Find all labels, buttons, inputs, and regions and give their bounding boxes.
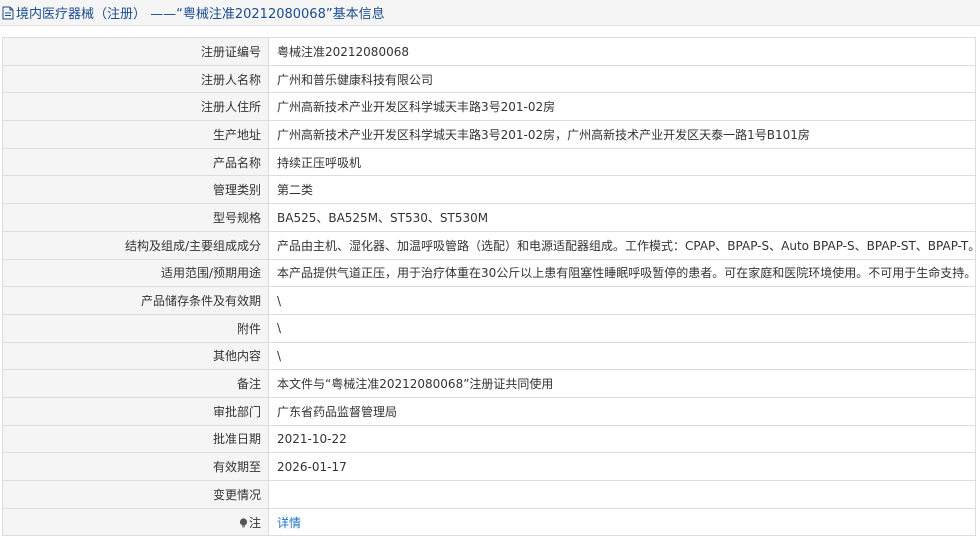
table-row: 其他内容 \: [2, 341, 976, 371]
table-row: 型号规格 BA525、BA525M、ST530、ST530M: [2, 203, 976, 232]
row-value: 产品由主机、湿化器、加温呼吸管路（选配）和电源适配器组成。工作模式：CPAP、B…: [268, 230, 976, 260]
table-row: 产品名称 持续正压呼吸机: [2, 147, 976, 177]
row-value: [268, 480, 976, 509]
row-value: 本文件与“粤械注准20212080068”注册证共同使用: [268, 369, 976, 398]
note-label: 注: [248, 515, 261, 530]
row-value: 持续正压呼吸机: [268, 147, 976, 177]
table-row: 注册人名称 广州和普乐健康科技有限公司: [2, 64, 976, 94]
row-label: 备注: [2, 369, 269, 398]
table-row: 审批部门 广东省药品监督管理局: [2, 396, 976, 426]
row-label: 型号规格: [2, 203, 269, 232]
table-row: 生产地址 广州高新技术产业开发区科学城天丰路3号201-02房，广州高新技术产业开…: [2, 120, 976, 149]
lightbulb-icon: [239, 517, 248, 527]
row-label: 注册证编号: [2, 37, 269, 66]
row-label: 批准日期: [2, 424, 269, 454]
row-value: 2021-10-22: [268, 424, 976, 454]
table-row: 有效期至 2026-01-17: [2, 452, 976, 481]
info-table: 注册证编号 粤械注准20212080068 注册人名称 广州和普乐健康科技有限公司 注册…: [2, 37, 976, 537]
row-label-note: 注: [2, 507, 269, 537]
row-value-note: 详情: [268, 507, 976, 537]
row-label: 结构及组成/主要组成成分: [2, 230, 269, 260]
row-label: 有效期至: [2, 452, 269, 481]
row-value: \: [268, 286, 976, 315]
table-row: 结构及组成/主要组成成分 产品由主机、湿化器、加温呼吸管路（选配）和电源适配器组成…: [2, 230, 976, 260]
table-row: 附件 \: [2, 313, 976, 343]
table-row: 备注 本文件与“粤械注准20212080068”注册证共同使用: [2, 369, 976, 398]
table-row: 适用范围/预期用途 本产品提供气道正压，用于治疗体重在30公斤以上患有阻塞性睡眠呼…: [2, 258, 976, 288]
row-value: 广东省药品监督管理局: [268, 396, 976, 426]
table-row: 变更情况: [2, 480, 976, 509]
row-label: 注册人名称: [2, 64, 269, 94]
row-value: \: [268, 313, 976, 343]
table-row: 批准日期 2021-10-22: [2, 424, 976, 454]
row-label: 注册人住所: [2, 92, 269, 122]
page-title: 境内医疗器械（注册） ——“粤械注准20212080068”基本信息: [16, 7, 385, 22]
row-value: BA525、BA525M、ST530、ST530M: [268, 203, 976, 232]
table-row-note: 注 详情: [2, 507, 976, 537]
row-label: 管理类别: [2, 175, 269, 205]
table-row: 产品储存条件及有效期 \: [2, 286, 976, 315]
row-value: 广州高新技术产业开发区科学城天丰路3号201-02房: [268, 92, 976, 122]
table-row: 管理类别 第二类: [2, 175, 976, 205]
row-value: 广州和普乐健康科技有限公司: [268, 64, 976, 94]
document-icon: [2, 6, 14, 19]
row-value: \: [268, 341, 976, 371]
row-label: 变更情况: [2, 480, 269, 509]
row-value: 本产品提供气道正压，用于治疗体重在30公斤以上患有阻塞性睡眠呼吸暂停的患者。可在…: [268, 258, 976, 288]
row-label: 附件: [2, 313, 269, 343]
table-row: 注册证编号 粤械注准20212080068: [2, 37, 976, 66]
details-link[interactable]: 详情: [277, 516, 301, 530]
row-label: 适用范围/预期用途: [2, 258, 269, 288]
title-bar: 境内医疗器械（注册） ——“粤械注准20212080068”基本信息: [0, 0, 980, 26]
row-value: 粤械注准20212080068: [268, 37, 976, 66]
row-value: 第二类: [268, 175, 976, 205]
row-label: 生产地址: [2, 120, 269, 149]
table-row: 注册人住所 广州高新技术产业开发区科学城天丰路3号201-02房: [2, 92, 976, 122]
row-label: 产品名称: [2, 147, 269, 177]
row-label: 产品储存条件及有效期: [2, 286, 269, 315]
row-label: 其他内容: [2, 341, 269, 371]
row-value: 广州高新技术产业开发区科学城天丰路3号201-02房，广州高新技术产业开发区天泰…: [268, 120, 976, 149]
row-value: 2026-01-17: [268, 452, 976, 481]
row-label: 审批部门: [2, 396, 269, 426]
